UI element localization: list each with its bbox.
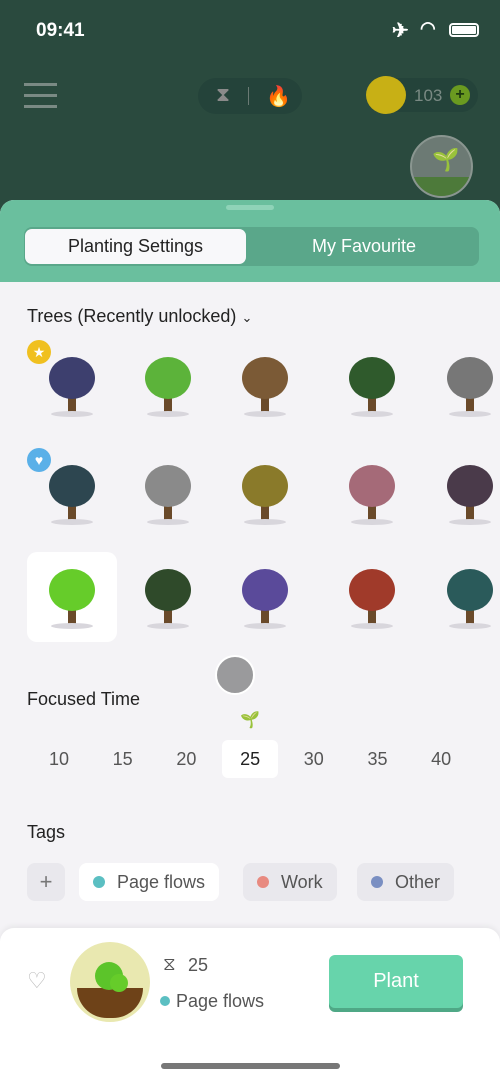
- time-option-20[interactable]: 20: [158, 740, 214, 778]
- tree-option[interactable]: [220, 448, 310, 538]
- tab-bar: Planting Settings My Favourite: [24, 227, 479, 266]
- tree-image: [443, 353, 497, 417]
- tag-label: Work: [281, 871, 323, 892]
- tree-option[interactable]: [327, 340, 417, 430]
- sapling-avatar[interactable]: 🌱: [410, 135, 473, 198]
- tag-label: Page flows: [117, 871, 206, 892]
- tree-option[interactable]: ♥: [27, 448, 117, 538]
- tag-label: Other: [395, 871, 441, 892]
- coin-count: 103: [414, 86, 443, 105]
- status-bar: 09:41 ✈ ◠: [0, 0, 500, 60]
- add-coins-icon[interactable]: +: [450, 85, 470, 105]
- category-dropdown[interactable]: Trees (Recently unlocked) ⌄: [27, 306, 252, 327]
- mode-toggle[interactable]: ⧗ 🔥: [198, 78, 302, 114]
- tree-image: [238, 565, 292, 629]
- tree-option[interactable]: [27, 552, 117, 642]
- hourglass-icon[interactable]: ⧗: [216, 84, 230, 107]
- tree-image: [238, 461, 292, 525]
- tree-option[interactable]: ★: [27, 340, 117, 430]
- tree-option[interactable]: [220, 552, 310, 642]
- selected-tag: Page flows: [176, 991, 265, 1011]
- plant-footer: ♡ ⧖ 25 Page flows Plant: [0, 928, 500, 1080]
- selected-tree-preview: [70, 942, 150, 1022]
- tree-option[interactable]: [123, 340, 213, 430]
- tab-my-favourite[interactable]: My Favourite: [252, 229, 476, 264]
- time-slider-knob[interactable]: [215, 655, 255, 695]
- tree-option[interactable]: [425, 340, 500, 430]
- tag-page-flows[interactable]: Page flows: [79, 863, 220, 901]
- tree-image: [45, 565, 99, 629]
- tree-image: [238, 353, 292, 417]
- airplane-icon: ✈: [392, 20, 409, 42]
- tree-image: [345, 353, 399, 417]
- time-option-15[interactable]: 15: [95, 740, 151, 778]
- time-option-25[interactable]: 25: [222, 740, 279, 778]
- tab-planting-settings[interactable]: Planting Settings: [25, 229, 246, 264]
- tree-image: [45, 461, 99, 525]
- tree-option[interactable]: [327, 448, 417, 538]
- tree-option[interactable]: [220, 340, 310, 430]
- battery-icon: [449, 23, 479, 37]
- tree-option[interactable]: [425, 552, 500, 642]
- tag-work[interactable]: Work: [243, 863, 337, 901]
- tree-option[interactable]: [123, 552, 213, 642]
- tree-image: [345, 565, 399, 629]
- chevron-down-icon: ⌄: [241, 310, 253, 325]
- add-tag-button[interactable]: +: [27, 863, 65, 901]
- wifi-icon: ◠: [420, 18, 436, 38]
- time-option-35[interactable]: 35: [350, 740, 406, 778]
- duration-value: 25: [188, 955, 209, 975]
- menu-icon[interactable]: [24, 83, 57, 109]
- star-badge-icon: ★: [27, 340, 51, 364]
- heart-badge-icon: ♥: [27, 448, 51, 472]
- drag-handle[interactable]: [226, 205, 274, 210]
- tree-option[interactable]: [327, 552, 417, 642]
- time-option-40[interactable]: 40: [413, 740, 469, 778]
- tree-option[interactable]: [425, 448, 500, 538]
- category-label: Trees (Recently unlocked): [27, 306, 237, 326]
- tree-image: [141, 565, 195, 629]
- tree-image: [141, 461, 195, 525]
- tree-image: [45, 353, 99, 417]
- tree-image: [345, 461, 399, 525]
- tree-image: [443, 565, 497, 629]
- plant-button[interactable]: Plant: [329, 955, 463, 1008]
- time-option-10[interactable]: 10: [31, 740, 87, 778]
- focused-time-label: Focused Time: [27, 689, 141, 709]
- sheet-header: Planting Settings My Favourite: [0, 200, 500, 282]
- time-option-30[interactable]: 30: [286, 740, 342, 778]
- tags-label: Tags: [27, 822, 66, 842]
- sprout-marker-icon: 🌱: [240, 712, 260, 729]
- sapling-icon: 🌱: [432, 147, 460, 172]
- home-indicator: [161, 1063, 340, 1069]
- tag-dot: [160, 996, 170, 1006]
- status-time: 09:41: [36, 20, 85, 41]
- coin-counter[interactable]: 103 +: [366, 76, 478, 114]
- tree-option[interactable]: [123, 448, 213, 538]
- tag-other[interactable]: Other: [357, 863, 455, 901]
- fire-icon[interactable]: 🔥: [266, 84, 291, 109]
- tree-image: [443, 461, 497, 525]
- coin-icon: [366, 76, 406, 114]
- favourite-heart-icon[interactable]: ♡: [27, 968, 47, 994]
- hourglass-icon: ⧖: [163, 954, 176, 974]
- tree-image: [141, 353, 195, 417]
